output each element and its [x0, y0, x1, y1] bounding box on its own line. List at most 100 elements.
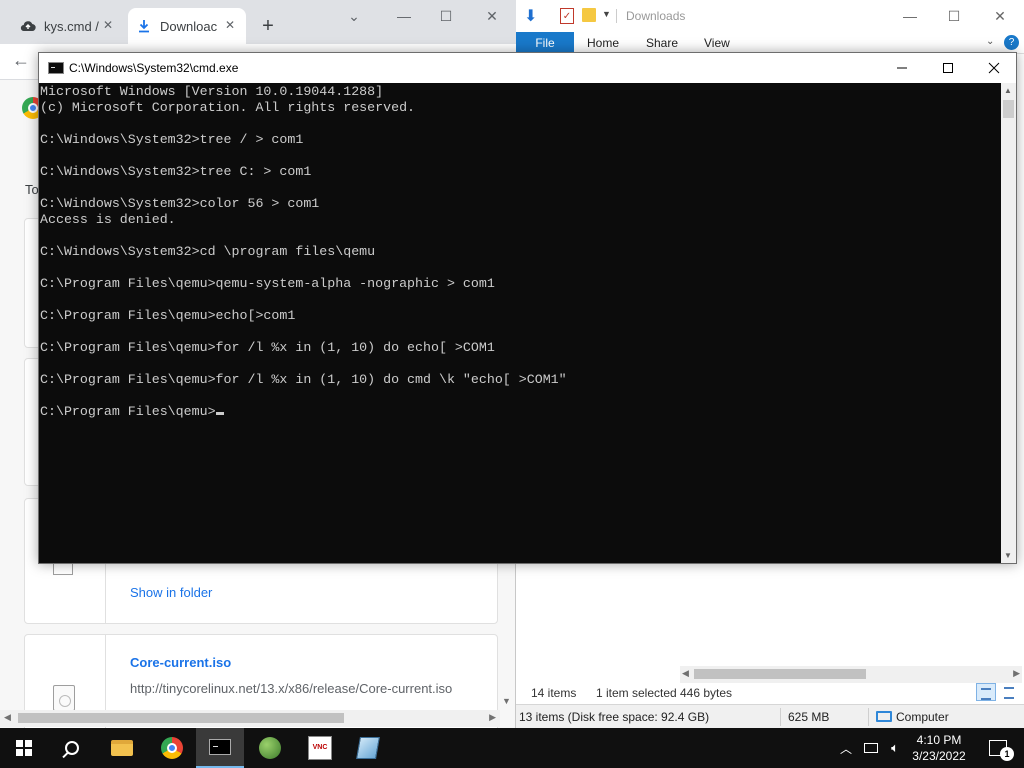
help-icon[interactable]: ?: [1004, 35, 1019, 50]
console-line: C:\Windows\System32>tree / > com1: [40, 132, 304, 147]
new-tab-button[interactable]: +: [256, 14, 280, 38]
scroll-down-arrow-icon[interactable]: ▼: [1004, 551, 1012, 560]
minimize-icon[interactable]: —: [900, 6, 920, 26]
show-hidden-icons-chevron-icon[interactable]: ︿: [836, 728, 856, 768]
download-filename-link[interactable]: Core-current.iso: [130, 655, 231, 670]
scroll-right-arrow-icon[interactable]: ▶: [489, 712, 496, 723]
large-icons-view-icon[interactable]: [1000, 683, 1018, 701]
close-icon[interactable]: ✕: [480, 4, 504, 28]
clock[interactable]: 4:10 PM 3/23/2022: [908, 728, 970, 768]
console-prompt-line: C:\Program Files\qemu>: [40, 404, 567, 420]
close-icon[interactable]: ✕: [222, 17, 238, 33]
scrollbar-thumb[interactable]: [18, 713, 344, 723]
explorer-status-bar: 14 items 1 item selected 446 bytes: [516, 680, 1024, 704]
taskbar-notes-app[interactable]: [344, 728, 392, 768]
taskbar-file-explorer[interactable]: [98, 728, 146, 768]
taskbar-vnc-viewer[interactable]: VNC: [296, 728, 344, 768]
console-text: Microsoft Windows [Version 10.0.19044.12…: [40, 84, 567, 420]
close-icon[interactable]: ✕: [100, 17, 116, 33]
chrome-tab-label: kys.cmd /: [44, 18, 99, 34]
new-folder-icon[interactable]: [582, 8, 596, 22]
console-line: C:\Program Files\qemu>qemu-system-alpha …: [40, 276, 495, 291]
scroll-left-arrow-icon[interactable]: ◀: [682, 668, 689, 679]
ribbon-tab-home[interactable]: Home: [587, 32, 619, 54]
close-button[interactable]: [971, 53, 1017, 83]
explorer-title: Downloads: [626, 9, 686, 23]
console-output[interactable]: Microsoft Windows [Version 10.0.19044.12…: [39, 83, 1001, 563]
title-separator: [616, 9, 617, 23]
ribbon-tab-share[interactable]: Share: [646, 32, 678, 54]
console-line: C:\Program Files\qemu>echo[>com1: [40, 308, 296, 323]
download-icon: [136, 18, 152, 34]
text-cursor: [215, 412, 224, 415]
scroll-down-arrow-icon[interactable]: ▼: [502, 696, 511, 706]
explorer-details-bar: 13 items (Disk free space: 92.4 GB) 625 …: [516, 704, 1024, 728]
show-in-folder-link[interactable]: Show in folder: [130, 585, 212, 600]
minimize-button[interactable]: [879, 53, 925, 83]
taskbar-chrome[interactable]: [148, 728, 196, 768]
download-url: http://tinycorelinux.net/13.x/x86/releas…: [130, 681, 453, 696]
minimize-icon: [897, 67, 907, 69]
ribbon-tab-view[interactable]: View: [704, 32, 730, 54]
vnc-icon: VNC: [308, 736, 332, 760]
vertical-scrollbar[interactable]: ▲ ▼: [1001, 83, 1016, 563]
download-arrow-icon[interactable]: ⬇: [524, 6, 537, 26]
customize-quick-access-icon[interactable]: ▼: [602, 9, 611, 19]
maximize-icon: [943, 63, 953, 73]
downloads-date-heading: To: [25, 182, 39, 197]
ribbon-tab-file[interactable]: File: [516, 32, 574, 54]
folder-icon: [111, 740, 133, 756]
horizontal-scrollbar[interactable]: ◀ ▶: [0, 710, 500, 727]
start-button[interactable]: [0, 728, 48, 768]
scroll-up-arrow-icon[interactable]: ▲: [1004, 86, 1012, 95]
taskbar-globe-app[interactable]: [246, 728, 294, 768]
divider: [868, 708, 869, 726]
search-button[interactable]: [48, 728, 96, 768]
maximize-icon[interactable]: ☐: [434, 4, 458, 28]
close-icon[interactable]: ✕: [990, 6, 1010, 26]
network-icon[interactable]: [860, 728, 882, 768]
item-count: 14 items: [531, 686, 577, 700]
action-center-button[interactable]: 1: [980, 728, 1016, 768]
details-view-icon[interactable]: [976, 683, 996, 701]
disc-file-icon: [53, 685, 75, 711]
console-line: C:\Program Files\qemu>for /l %x in (1, 1…: [40, 372, 567, 387]
chrome-tab-downloads[interactable]: Downloac ✕: [128, 8, 246, 44]
chrome-tab-kys[interactable]: kys.cmd / ✕: [12, 8, 124, 44]
scroll-left-arrow-icon[interactable]: ◀: [4, 712, 11, 723]
clock-date: 3/23/2022: [912, 749, 966, 763]
computer-icon: [876, 711, 892, 722]
folder-size-text: 625 MB: [788, 710, 830, 724]
chevron-down-icon[interactable]: ⌄: [342, 4, 366, 28]
taskbar-cmd[interactable]: [196, 728, 244, 768]
globe-icon: [259, 737, 281, 759]
properties-icon[interactable]: ✓: [560, 8, 574, 24]
disk-free-text: 13 items (Disk free space: 92.4 GB): [519, 710, 710, 724]
volume-icon[interactable]: 🔈︎: [884, 728, 906, 768]
scroll-right-arrow-icon[interactable]: ▶: [1013, 668, 1020, 679]
divider: [780, 708, 781, 726]
selection-count: 1 item selected: [596, 686, 677, 700]
cmd-window: C:\Windows\System32\cmd.exe Microsoft Wi…: [38, 52, 1017, 564]
console-line: C:\Program Files\qemu>for /l %x in (1, 1…: [40, 340, 495, 355]
expand-ribbon-icon[interactable]: ⌄: [986, 36, 994, 47]
maximize-icon[interactable]: ☐: [944, 6, 964, 26]
selection-size: 446 bytes: [680, 686, 733, 700]
cmd-title: C:\Windows\System32\cmd.exe: [69, 61, 239, 75]
back-arrow-icon[interactable]: ←: [12, 50, 30, 71]
explorer-titlebar: ⬇ ✓ ▼ Downloads — ☐ ✕: [516, 0, 1024, 32]
minimize-icon[interactable]: —: [392, 4, 416, 28]
maximize-button[interactable]: [925, 53, 971, 83]
taskbar: VNC ︿ 🔈︎ 4:10 PM 3/23/2022 1: [0, 728, 1024, 768]
clock-time: 4:10 PM: [916, 733, 962, 747]
cmd-titlebar[interactable]: C:\Windows\System32\cmd.exe: [39, 53, 1016, 83]
cloud-upload-icon: [20, 18, 36, 34]
scrollbar-thumb[interactable]: [694, 669, 866, 679]
scrollbar-thumb[interactable]: [1003, 100, 1014, 118]
